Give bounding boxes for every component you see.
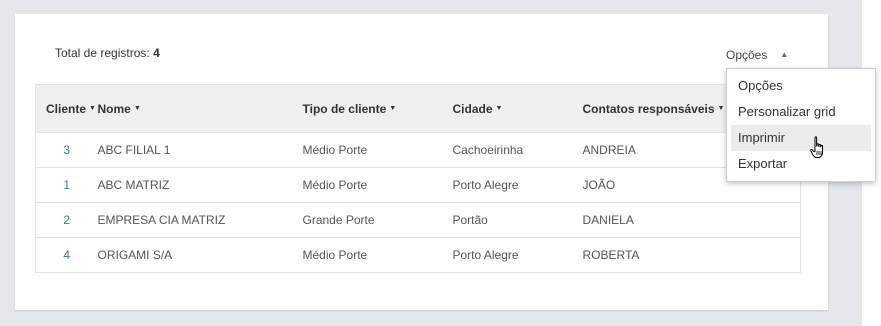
client-id-link[interactable]: 4 — [63, 248, 70, 262]
cell-contato: ROBERTA — [582, 237, 801, 273]
cell-cidade: Cachoeirinha — [452, 132, 583, 168]
table-row[interactable]: 3 ABC FILIAL 1 Médio Porte Cachoeirinha … — [35, 132, 801, 168]
cell-cidade: Porto Alegre — [452, 237, 583, 273]
column-header-tipo-cliente[interactable]: Tipo de cliente ▼ — [302, 84, 453, 133]
cell-nome: ABC FILIAL 1 — [97, 132, 303, 168]
cell-cidade: Porto Alegre — [452, 167, 583, 203]
column-header-label: Contatos responsáveis — [582, 101, 715, 116]
client-id-link[interactable]: 2 — [63, 213, 70, 227]
options-dropdown-menu: Opções Personalizar grid Imprimir Export… — [726, 68, 876, 182]
options-dropdown-label: Opções — [726, 48, 768, 62]
cell-tipo: Grande Porte — [302, 202, 453, 238]
table-row[interactable]: 4 ORIGAMI S/A Médio Porte Porto Alegre R… — [35, 237, 801, 273]
column-header-cliente[interactable]: Cliente ▼ — [35, 84, 98, 133]
sort-down-icon: ▼ — [717, 105, 725, 112]
menu-item-exportar[interactable]: Exportar — [731, 151, 871, 177]
record-count-label: Total de registros: — [55, 46, 150, 60]
sort-down-icon: ▼ — [389, 105, 397, 112]
cell-nome: ORIGAMI S/A — [97, 237, 303, 273]
menu-item-personalizar-grid[interactable]: Personalizar grid — [731, 99, 871, 125]
cell-nome: ABC MATRIZ — [97, 167, 303, 203]
record-count: Total de registros: 4 — [55, 46, 160, 60]
menu-item-opcoes[interactable]: Opções — [731, 73, 871, 99]
column-header-nome[interactable]: Nome ▼ — [97, 84, 303, 133]
menu-item-imprimir[interactable]: Imprimir — [731, 125, 871, 151]
cell-tipo: Médio Porte — [302, 167, 453, 203]
client-id-link[interactable]: 3 — [63, 143, 70, 157]
hand-pointer-icon — [810, 136, 824, 158]
client-id-link[interactable]: 1 — [63, 178, 70, 192]
column-header-label: Nome — [97, 101, 131, 116]
cell-tipo: Médio Porte — [302, 132, 453, 168]
column-header-cidade[interactable]: Cidade ▼ — [452, 84, 583, 133]
grid-panel: Total de registros: 4 Opções ▲ Cliente ▼ N… — [15, 14, 828, 310]
record-count-value: 4 — [153, 46, 160, 60]
caret-up-icon: ▲ — [780, 50, 789, 59]
cell-tipo: Médio Porte — [302, 237, 453, 273]
cell-cidade: Portão — [452, 202, 583, 238]
clients-table: Cliente ▼ Nome ▼ Tipo de cliente ▼ Cidade ▼ … — [35, 84, 801, 273]
sort-down-icon: ▼ — [133, 105, 141, 112]
sort-down-icon: ▼ — [495, 105, 503, 112]
sort-down-icon: ▼ — [89, 105, 96, 112]
table-row[interactable]: 2 EMPRESA CIA MATRIZ Grande Porte Portão… — [35, 202, 801, 238]
column-header-label: Tipo de cliente — [302, 101, 387, 116]
cell-contato: DANIELA — [582, 202, 801, 238]
column-header-label: Cliente — [46, 101, 87, 116]
table-row[interactable]: 1 ABC MATRIZ Médio Porte Porto Alegre JO… — [35, 167, 801, 203]
table-header-row: Cliente ▼ Nome ▼ Tipo de cliente ▼ Cidade ▼ … — [35, 84, 801, 133]
cell-nome: EMPRESA CIA MATRIZ — [97, 202, 303, 238]
options-dropdown-button[interactable]: Opções ▲ — [726, 48, 788, 62]
column-header-label: Cidade — [452, 101, 493, 116]
